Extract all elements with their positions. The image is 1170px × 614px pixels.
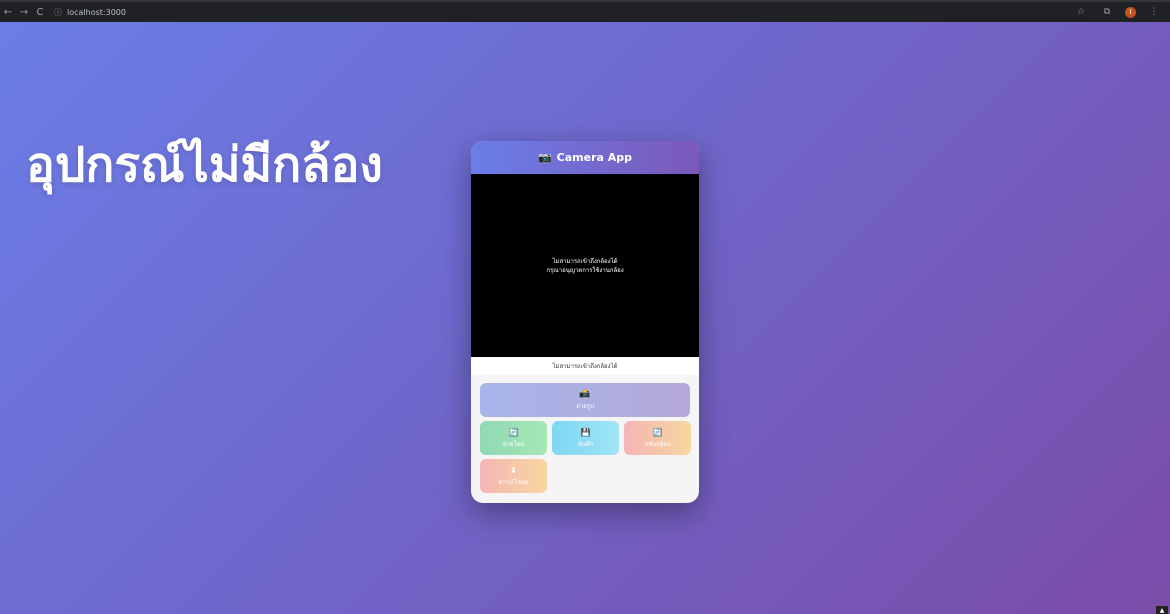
status-message: ไม่สามารถเข้าถึงกล้องได้ [471, 357, 699, 375]
capture-button[interactable]: 📸 ถ่ายรูป [480, 383, 690, 417]
capture-button-label: ถ่ายรูป [576, 403, 594, 410]
address-text: localhost:3000 [67, 7, 126, 17]
switch-camera-button-label: สลับกล้อง [645, 440, 670, 448]
site-info-icon[interactable]: ⓘ [54, 7, 62, 18]
video-error-line-1: ไม่สามารถเข้าถึงกล้องได้ [552, 257, 618, 265]
retake-button[interactable]: 🔄 ถ่ายใหม่ [480, 421, 547, 455]
switch-camera-button[interactable]: 🔄 สลับกล้อง [624, 421, 691, 455]
save-button-label: บันทึก [577, 440, 594, 448]
controls-panel: 📸 ถ่ายรูป 🔄 ถ่ายใหม่ 💾 บันทึก 🔄 สลับกล้อ… [471, 375, 699, 493]
back-icon[interactable]: ← [0, 4, 16, 20]
page-title: อุปกรณ์ไม่มีกล้อง [26, 137, 383, 193]
app-header: 📷 Camera App [471, 141, 699, 174]
save-button[interactable]: 💾 บันทึก [552, 421, 619, 455]
status-text: ไม่สามารถเข้าถึงกล้องได้ [552, 363, 618, 370]
floppy-disk-icon: 💾 [580, 427, 591, 437]
extension-icon[interactable]: ⧉ [1099, 4, 1115, 20]
reload-icon[interactable]: C [32, 4, 48, 20]
refresh-icon: 🔄 [508, 427, 519, 437]
menu-kebab-icon[interactable]: ⋮ [1146, 4, 1162, 20]
retake-button-label: ถ่ายใหม่ [502, 440, 525, 448]
video-preview: ไม่สามารถเข้าถึงกล้องได้ กรุณาอนุญาตการใ… [471, 174, 699, 357]
action-buttons-grid: 🔄 ถ่ายใหม่ 💾 บันทึก 🔄 สลับกล้อง ⬇ ดาวน์โ… [480, 421, 691, 493]
camera-app-card: 📷 Camera App ไม่สามารถเข้าถึงกล้องได้ กร… [471, 141, 699, 503]
bookmark-star-icon[interactable]: ☆ [1073, 4, 1089, 20]
address-bar[interactable]: ⓘ localhost:3000 [54, 5, 126, 20]
download-button-label: ดาวน์โหลด [498, 478, 529, 486]
forward-icon[interactable]: → [16, 4, 32, 20]
download-button[interactable]: ⬇ ดาวน์โหลด [480, 459, 547, 493]
profile-avatar[interactable]: I [1125, 6, 1136, 18]
camera-flash-icon: 📸 [579, 389, 591, 399]
app-title: Camera App [556, 151, 633, 164]
download-icon: ⬇ [510, 465, 517, 475]
browser-toolbar: ← → C ⓘ localhost:3000 ☆ ⧉ I ⋮ [0, 0, 1170, 22]
browser-actions: ☆ ⧉ I ⋮ [1073, 4, 1170, 20]
camera-icon: 📷 [537, 151, 552, 164]
corner-badge-icon: ▲ [1156, 606, 1168, 614]
video-error-line-2: กรุณาอนุญาตการใช้งานกล้อง [546, 266, 624, 274]
switch-camera-icon: 🔄 [652, 427, 663, 437]
